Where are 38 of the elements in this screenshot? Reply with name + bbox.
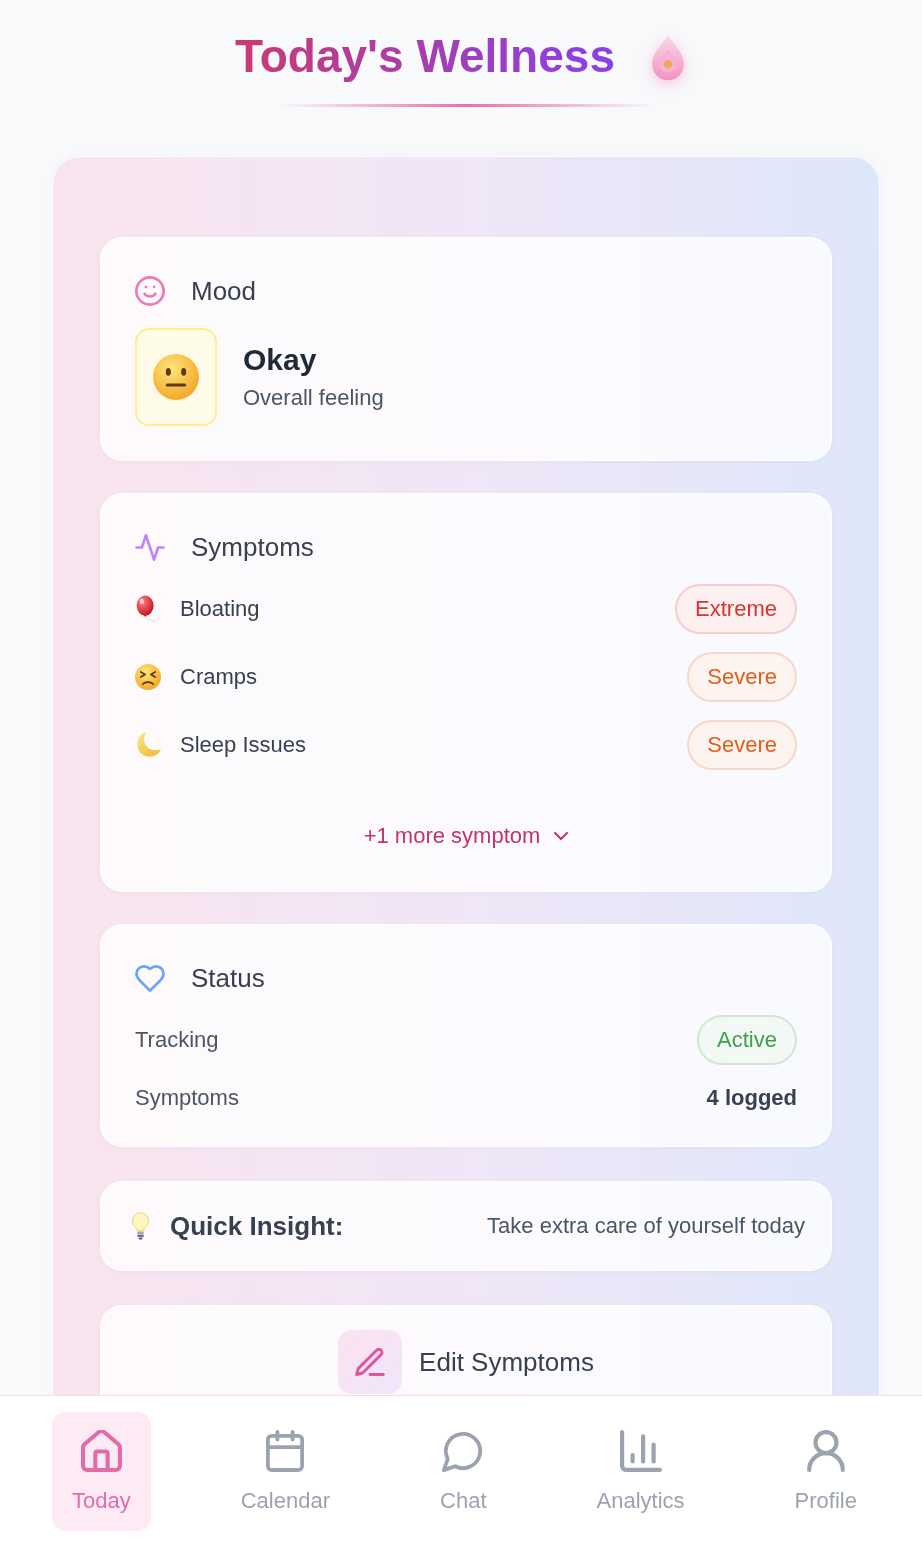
pulse-line-icon	[135, 533, 165, 561]
status-label: Tracking	[135, 1027, 219, 1053]
lightbulb-icon	[131, 1212, 150, 1240]
crescent-moon-icon	[135, 732, 161, 758]
calendar-icon	[266, 1430, 305, 1472]
chat-bubble-icon	[442, 1430, 485, 1472]
symptom-name: Sleep Issues	[180, 732, 306, 758]
pencil-icon	[338, 1330, 403, 1394]
neutral-face-icon	[153, 354, 199, 400]
symptom-name: Cramps	[180, 664, 257, 690]
person-icon	[806, 1430, 845, 1472]
status-label: Symptoms	[135, 1085, 239, 1111]
bar-chart-icon	[619, 1430, 662, 1472]
frowning-face-icon	[135, 664, 161, 690]
edit-symptoms-button[interactable]: Edit Symptoms	[338, 1330, 594, 1394]
symptoms-heading: Symptoms	[191, 531, 314, 563]
status-heading: Status	[191, 962, 265, 994]
insight-text: Take extra care of yourself today	[487, 1213, 805, 1239]
nav-tab[interactable]: Today	[52, 1412, 151, 1531]
symptom-name: Bloating	[180, 596, 260, 622]
mood-caption: Overall feeling	[243, 384, 384, 412]
heart-icon	[135, 964, 165, 992]
severity-tag: Extreme	[675, 584, 797, 634]
smiley-icon	[135, 276, 165, 306]
mood-value: Okay	[243, 342, 318, 378]
nav-tab[interactable]: Calendar	[220, 1412, 350, 1531]
nav-tab[interactable]: Analytics	[576, 1412, 705, 1531]
nav-tab[interactable]: Chat	[420, 1412, 507, 1531]
home-icon	[80, 1430, 122, 1472]
mood-heading: Mood	[191, 275, 257, 307]
status-badge: Active	[697, 1015, 797, 1065]
severity-tag: Severe	[687, 652, 797, 702]
more-symptoms-button[interactable]: +1 more symptom	[363, 814, 569, 858]
nav-tab[interactable]: Profile	[774, 1412, 877, 1531]
insight-label: Quick Insight:	[170, 1210, 344, 1242]
severity-tag: Severe	[687, 720, 797, 770]
balloon-icon	[135, 595, 157, 623]
status-value: 4 logged	[706, 1085, 797, 1111]
